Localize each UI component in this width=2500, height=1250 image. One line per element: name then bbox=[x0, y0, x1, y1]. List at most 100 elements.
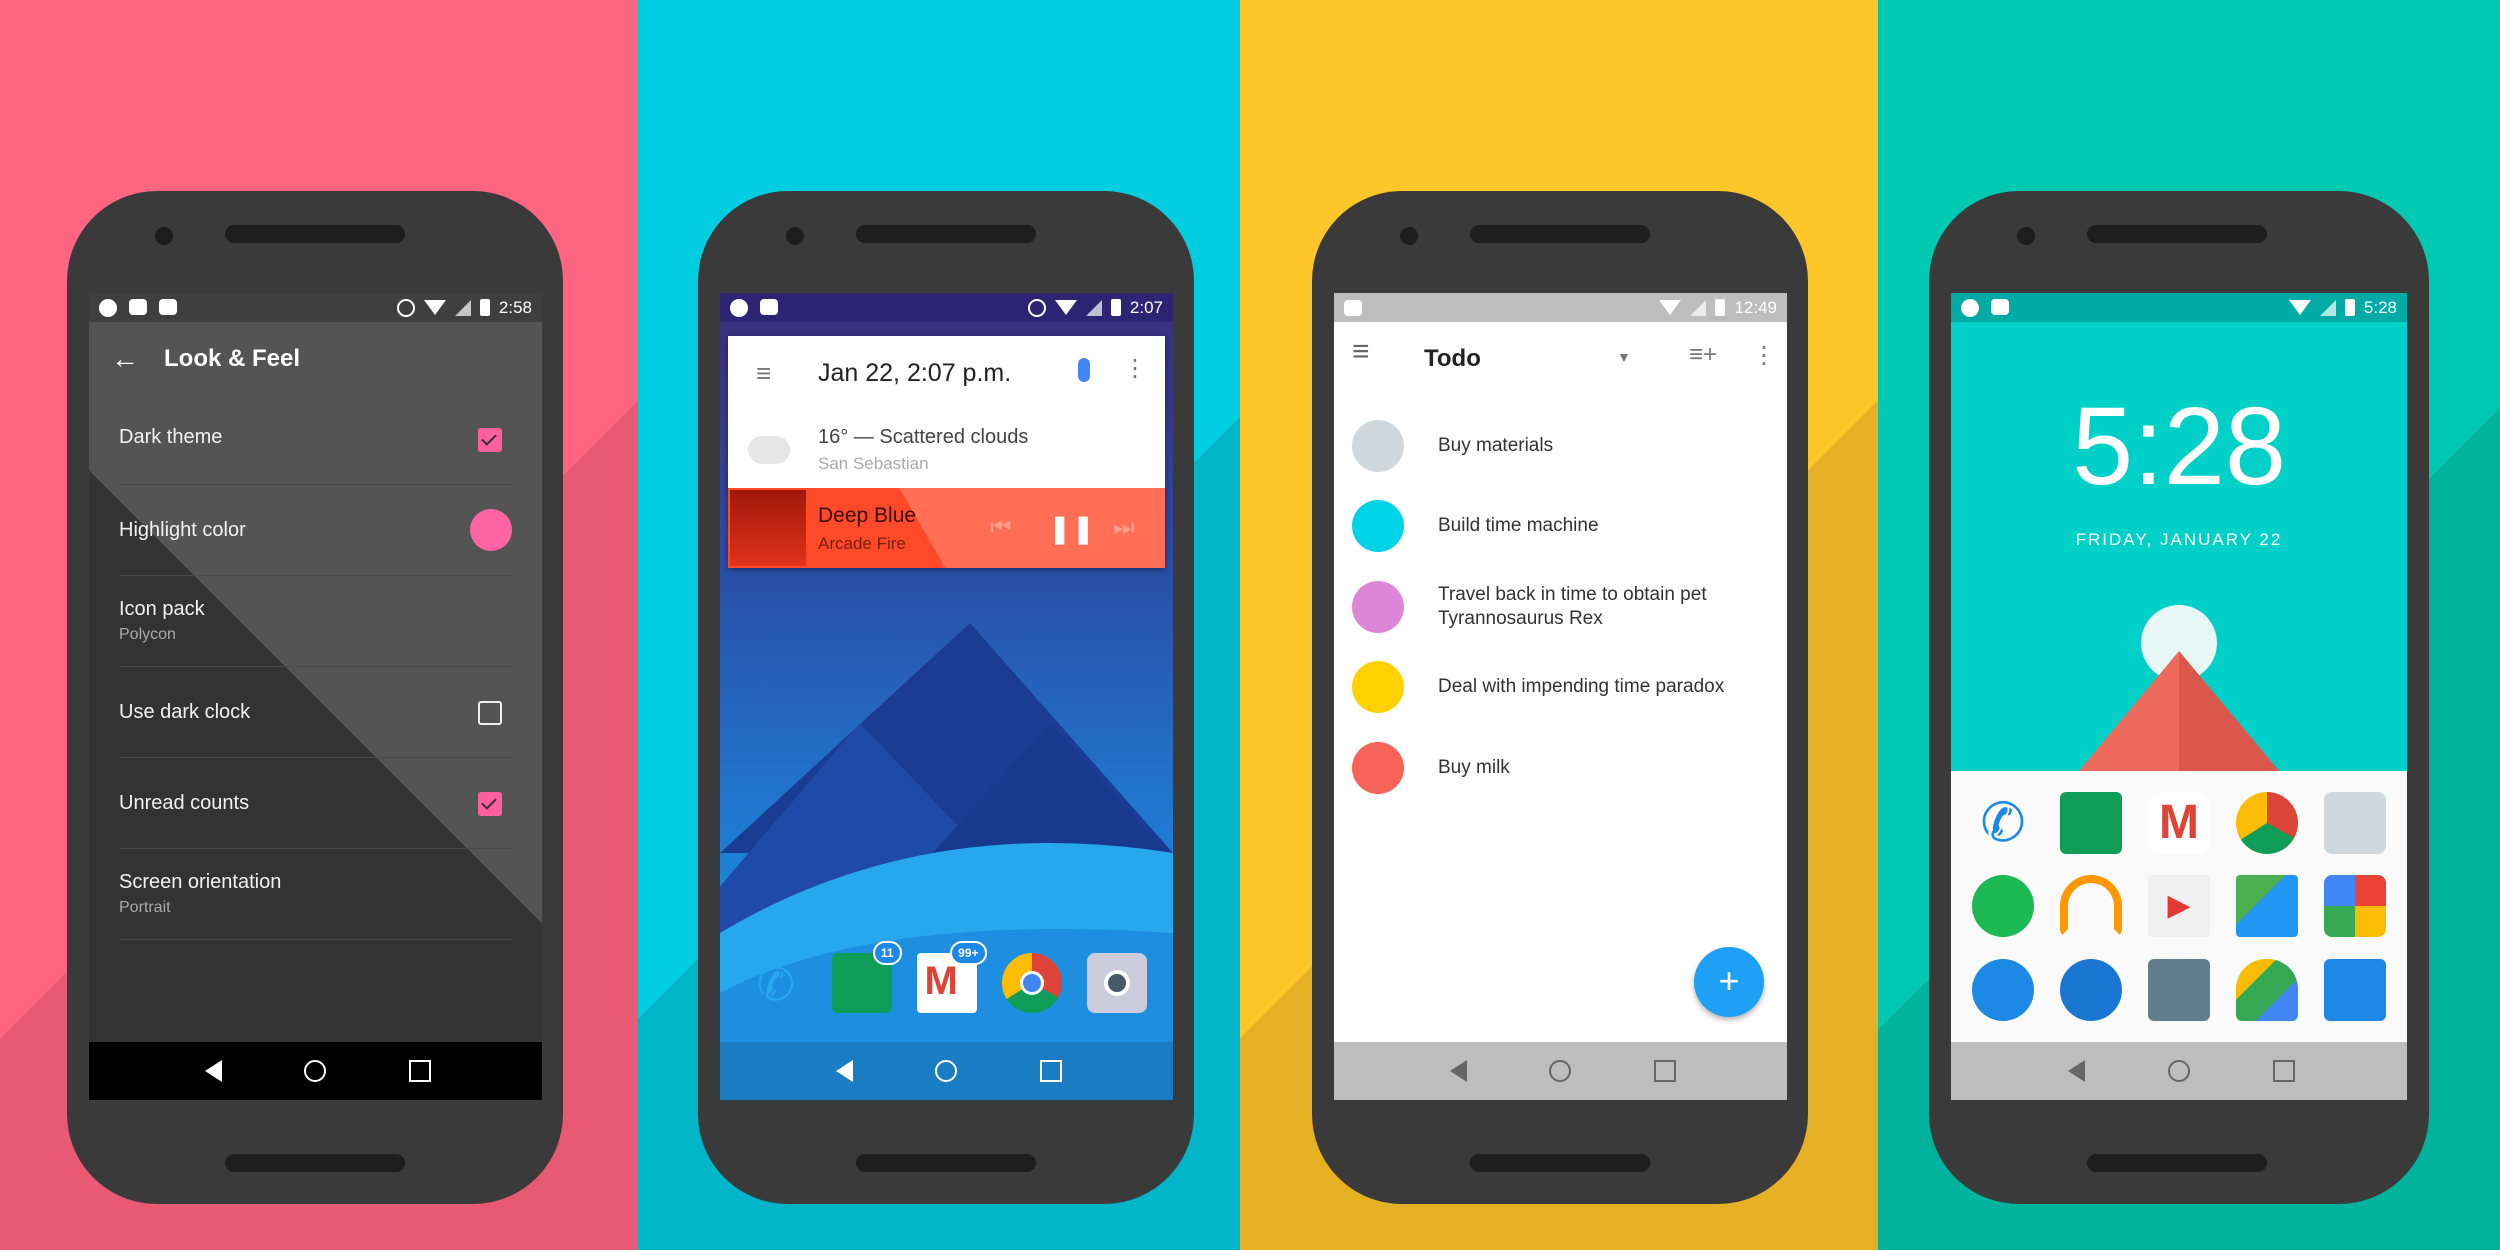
dark-theme-checkbox[interactable] bbox=[478, 428, 502, 452]
status-bar: 5:28 bbox=[1951, 293, 2407, 322]
item-color-dot[interactable] bbox=[1352, 500, 1404, 552]
dock-gmail-app[interactable]: M 99+ bbox=[916, 941, 987, 1013]
app-chrome[interactable] bbox=[2236, 791, 2298, 854]
status-bar: 2:07 bbox=[720, 293, 1173, 322]
mic-icon[interactable] bbox=[1078, 358, 1090, 382]
app-photos[interactable] bbox=[2324, 875, 2386, 938]
app-drive[interactable] bbox=[2236, 959, 2298, 1022]
back-nav-icon[interactable] bbox=[831, 1060, 854, 1082]
todo-item[interactable]: Deal with impending time paradox bbox=[1352, 661, 1758, 713]
search-bar[interactable]: ≡ Jan 22, 2:07 p.m. ⋮ bbox=[728, 336, 1165, 408]
pyramid-wallpaper bbox=[2079, 605, 2279, 771]
recents-nav-icon[interactable] bbox=[408, 1060, 431, 1082]
android-icon bbox=[760, 298, 778, 315]
date-time: Jan 22, 2:07 p.m. bbox=[818, 359, 1012, 387]
alarm-icon bbox=[1027, 298, 1046, 317]
app-messenger[interactable] bbox=[2060, 791, 2122, 854]
app-maps[interactable] bbox=[2236, 875, 2298, 938]
front-camera bbox=[2017, 227, 2035, 245]
more-vert-icon[interactable]: ⋮ bbox=[1752, 341, 1776, 370]
app-camera[interactable] bbox=[2324, 791, 2386, 854]
item-color-dot[interactable] bbox=[1352, 742, 1404, 794]
item-color-dot[interactable] bbox=[1352, 420, 1404, 472]
unread-counts-checkbox[interactable] bbox=[478, 792, 502, 816]
back-nav-icon[interactable] bbox=[1445, 1060, 1468, 1082]
app-play-music[interactable] bbox=[2060, 875, 2122, 938]
app-play-store[interactable]: ▶ bbox=[2148, 875, 2210, 938]
hamburger-menu-icon[interactable]: ≡ bbox=[756, 358, 771, 389]
front-camera bbox=[786, 227, 804, 245]
home-nav-icon[interactable] bbox=[1549, 1060, 1572, 1082]
screen: 12:49 ≡ Todo ▼ ≡+ ⋮ Buy materials Build … bbox=[1334, 293, 1787, 1100]
track-artist: Arcade Fire bbox=[818, 534, 906, 553]
app-messages[interactable] bbox=[1972, 959, 2034, 1022]
setting-dark-theme[interactable]: Dark theme bbox=[119, 394, 512, 485]
app-spotify[interactable] bbox=[1972, 875, 2034, 938]
lock-clock: 5:28 bbox=[2071, 385, 2287, 508]
recents-nav-icon[interactable] bbox=[1653, 1060, 1676, 1082]
dock-phone-app[interactable]: ✆ bbox=[747, 953, 807, 1013]
setting-unread-counts[interactable]: Unread counts bbox=[119, 758, 512, 849]
setting-screen-orientation[interactable]: Screen orientation Portrait bbox=[119, 849, 512, 940]
todo-item[interactable]: Buy materials bbox=[1352, 420, 1758, 472]
weather-row[interactable]: 16° — Scattered clouds San Sebastian bbox=[728, 408, 1165, 488]
signal-icon bbox=[454, 299, 471, 316]
phone-icon: ✆ bbox=[1980, 792, 2026, 853]
setting-use-dark-clock[interactable]: Use dark clock bbox=[119, 667, 512, 758]
cloud-icon bbox=[748, 436, 790, 464]
add-to-list-icon[interactable]: ≡+ bbox=[1689, 341, 1717, 369]
app-car[interactable] bbox=[2324, 959, 2386, 1022]
back-nav-icon[interactable] bbox=[200, 1060, 223, 1082]
setting-icon-pack[interactable]: Icon pack Polycon bbox=[119, 576, 512, 667]
skip-next-icon[interactable]: ⏭ bbox=[1113, 514, 1135, 542]
speaker-bottom bbox=[225, 1154, 405, 1172]
skip-previous-icon[interactable]: ⏮ bbox=[990, 514, 1012, 542]
home-nav-icon[interactable] bbox=[2167, 1060, 2190, 1082]
android-icon bbox=[1344, 299, 1362, 316]
dropdown-arrow-icon[interactable]: ▼ bbox=[1617, 349, 1631, 365]
todo-item[interactable]: Build time machine bbox=[1352, 500, 1758, 552]
more-vert-icon[interactable]: ⋮ bbox=[1123, 354, 1147, 383]
hamburger-menu-icon[interactable]: ≡ bbox=[1352, 335, 1370, 369]
app-keyguard[interactable] bbox=[2060, 959, 2122, 1022]
setting-highlight-color[interactable]: Highlight color bbox=[119, 485, 512, 576]
dock: ✆ 11 M 99+ bbox=[720, 941, 1173, 1013]
todo-item[interactable]: Buy milk bbox=[1352, 742, 1758, 794]
phone-app-drawer: 5:28 5:28 FRIDAY, JANUARY 22 ✆ M ▶ bbox=[1929, 191, 2429, 1204]
dark-clock-checkbox[interactable] bbox=[478, 701, 502, 725]
home-nav-icon[interactable] bbox=[304, 1060, 327, 1082]
weather-summary: 16° — Scattered clouds bbox=[818, 426, 1029, 448]
navigation-bar bbox=[1334, 1042, 1787, 1100]
speaker bbox=[225, 225, 405, 243]
page-title: Look & Feel bbox=[164, 345, 301, 372]
back-nav-icon[interactable] bbox=[2063, 1060, 2085, 1082]
dock-messenger-app[interactable]: 11 bbox=[831, 941, 902, 1013]
app-gmail[interactable]: M bbox=[2148, 791, 2210, 854]
dock-camera-app[interactable] bbox=[1086, 953, 1147, 1013]
home-nav-icon[interactable] bbox=[935, 1060, 958, 1082]
item-color-dot[interactable] bbox=[1352, 661, 1404, 713]
status-time: 2:07 bbox=[1129, 297, 1163, 317]
speaker bbox=[856, 225, 1036, 243]
gmail-icon: M bbox=[924, 959, 958, 1003]
screen: 2:07 ≡ Jan 22, 2:07 p.m. ⋮ 16° — Scatter… bbox=[720, 293, 1173, 1100]
phone-settings: 2:58 ← Look & Feel Dark theme Highlight … bbox=[67, 191, 563, 1204]
dock-chrome-app[interactable] bbox=[1001, 953, 1062, 1013]
back-button[interactable]: ← bbox=[111, 343, 139, 375]
app-calculator[interactable] bbox=[2148, 959, 2210, 1022]
highlight-color-swatch[interactable] bbox=[470, 509, 512, 551]
android-icon bbox=[159, 298, 177, 315]
spotify-icon bbox=[1961, 298, 1979, 317]
recents-nav-icon[interactable] bbox=[1039, 1060, 1062, 1082]
todo-item[interactable]: Travel back in time to obtain pet Tyrann… bbox=[1352, 581, 1758, 633]
camera-icon bbox=[1103, 970, 1130, 996]
recents-nav-icon[interactable] bbox=[2273, 1060, 2296, 1082]
add-fab[interactable]: + bbox=[1694, 947, 1764, 1017]
list-title[interactable]: Todo bbox=[1424, 345, 1481, 373]
item-color-dot[interactable] bbox=[1352, 581, 1404, 633]
app-phone[interactable]: ✆ bbox=[1972, 792, 2034, 854]
arrow-left-icon: ← bbox=[111, 343, 139, 374]
pause-icon[interactable]: ❚❚ bbox=[1048, 512, 1095, 545]
spotify-icon bbox=[99, 298, 117, 317]
speaker bbox=[2087, 225, 2267, 243]
